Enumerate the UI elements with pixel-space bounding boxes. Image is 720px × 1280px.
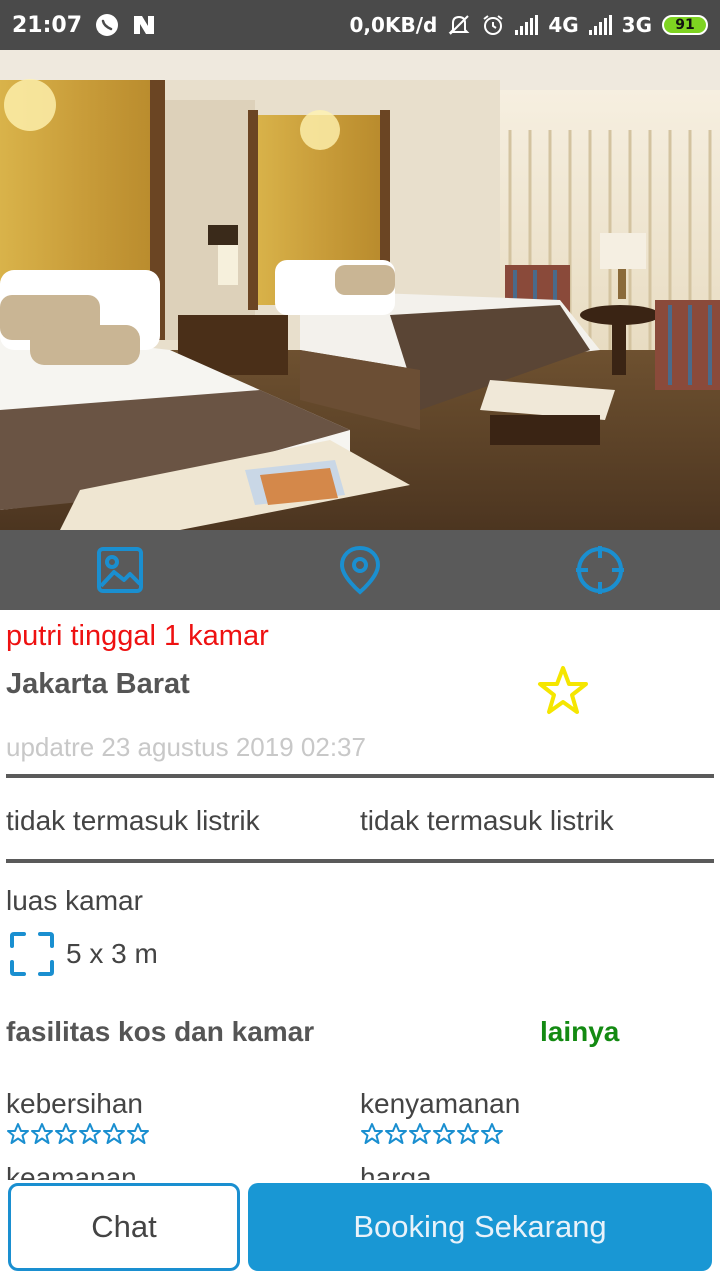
listing-title: putri tinggal 1 kamar <box>6 620 269 652</box>
crosshair-icon <box>576 546 624 594</box>
status-bar: 21:07 0,0KB/d 4G 3G 91 <box>0 0 720 50</box>
current-location-button[interactable] <box>560 530 640 610</box>
info-right: tidak termasuk listrik <box>360 805 614 836</box>
gallery-button[interactable] <box>80 530 160 610</box>
mute-bell-icon <box>447 13 471 37</box>
facilities-more-link[interactable]: lainya <box>540 1016 619 1048</box>
rating-label: kebersihan <box>6 1088 143 1119</box>
favorite-star-icon[interactable] <box>536 664 590 718</box>
image-icon <box>97 547 143 593</box>
rating-comfort: kenyamanan <box>360 1088 520 1146</box>
rating-price-label: harga <box>360 1162 432 1180</box>
battery-level: 91 <box>675 17 695 33</box>
rating-security-label: keamanan <box>6 1162 137 1180</box>
rating-label: kenyamanan <box>360 1088 521 1119</box>
network-1: 4G <box>548 13 579 37</box>
data-rate: 0,0KB/d <box>349 13 438 37</box>
star-row-icon <box>7 1123 149 1144</box>
rating-stars[interactable] <box>360 1122 520 1146</box>
room-size-label: luas kamar <box>6 885 143 916</box>
network-2: 3G <box>621 13 652 37</box>
divider-middle <box>6 859 714 863</box>
battery-icon: 91 <box>662 15 708 35</box>
listing-details: putri tinggal 1 kamar Jakarta Barat upda… <box>0 610 720 1180</box>
info-left: tidak termasuk listrik <box>6 805 260 836</box>
rating-cleanliness: kebersihan <box>6 1088 152 1146</box>
app-screen: 21:07 0,0KB/d 4G 3G 91 putri tinggal 1 k… <box>0 0 720 1280</box>
room-size-row: 5 x 3 m <box>8 930 158 978</box>
hotel-room-illustration <box>0 50 720 530</box>
divider-top <box>6 774 714 778</box>
signal-1-icon <box>515 15 539 35</box>
whatsapp-icon <box>94 12 120 38</box>
room-size-value: 5 x 3 m <box>66 938 158 969</box>
alarm-icon <box>481 13 505 37</box>
media-action-bar <box>0 530 720 610</box>
star-row-icon <box>361 1123 503 1144</box>
hotel-room-photo[interactable] <box>0 50 720 530</box>
updated-timestamp: updatre 23 agustus 2019 02:37 <box>6 732 366 762</box>
notification-n-icon <box>132 14 156 36</box>
listing-location: Jakarta Barat <box>6 668 190 700</box>
chat-button[interactable]: Chat <box>8 1183 240 1271</box>
status-time: 21:07 <box>12 12 83 38</box>
room-size-icon <box>10 932 54 976</box>
booking-button[interactable]: Booking Sekarang <box>248 1183 712 1271</box>
location-pin-icon <box>339 545 381 595</box>
facilities-label: fasilitas kos dan kamar <box>6 1016 315 1047</box>
map-location-button[interactable] <box>320 530 400 610</box>
rating-stars[interactable] <box>6 1122 152 1146</box>
signal-2-icon <box>588 15 612 35</box>
bottom-action-bar: Chat Booking Sekarang <box>0 1180 720 1280</box>
